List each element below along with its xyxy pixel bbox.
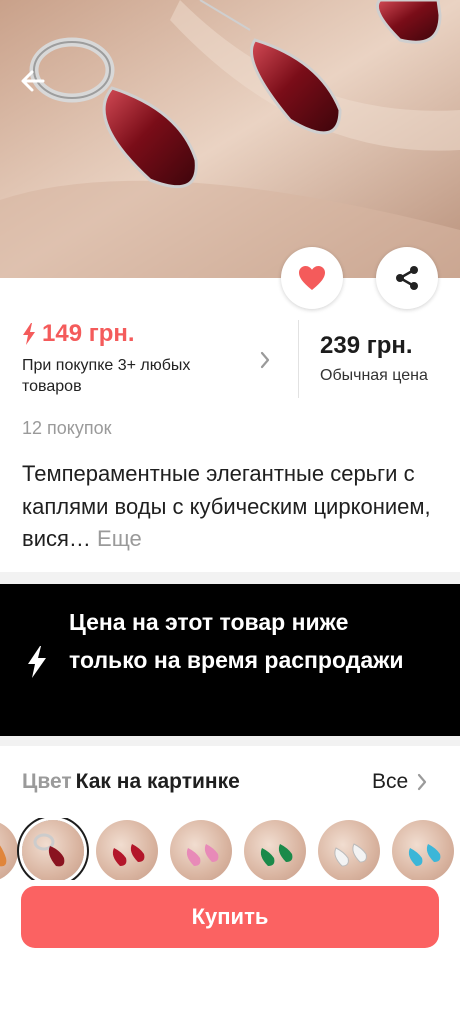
- product-title: Темпераментные элегантные серьги с капля…: [22, 458, 442, 556]
- regular-price: 239 грн.: [320, 332, 413, 359]
- lightning-icon: [28, 646, 46, 678]
- promo-text: Цена на этот товар ниже только на время …: [69, 609, 404, 673]
- price-block: 149 грн. При покупке 3+ любых товаров 23…: [0, 310, 460, 410]
- color-swatch[interactable]: [244, 820, 306, 882]
- earrings-illustration: [0, 0, 460, 278]
- more-link[interactable]: Еще: [97, 526, 142, 551]
- buy-button[interactable]: Купить: [21, 886, 439, 948]
- color-label: Цвет: [22, 770, 72, 793]
- product-title-text: Темпераментные элегантные серьги с капля…: [22, 461, 431, 551]
- lightning-icon: [23, 323, 35, 345]
- heart-icon: [299, 266, 325, 290]
- share-button[interactable]: [376, 247, 438, 309]
- favorite-button[interactable]: [281, 247, 343, 309]
- sale-condition[interactable]: При покупке 3+ любых товаров: [22, 355, 242, 397]
- color-swatch-selected[interactable]: [22, 820, 84, 882]
- sale-price: 149 грн.: [22, 320, 135, 348]
- color-selector-header: Цвет Как на картинке: [22, 770, 240, 794]
- price-divider: [298, 320, 299, 398]
- section-divider: [0, 736, 460, 746]
- all-colors-link[interactable]: Все: [372, 770, 428, 794]
- color-swatch[interactable]: [392, 820, 454, 882]
- purchase-count: 12 покупок: [22, 418, 112, 438]
- color-value: Как на картинке: [75, 770, 240, 793]
- color-swatch[interactable]: [0, 820, 18, 882]
- share-icon: [396, 266, 418, 290]
- color-swatch[interactable]: [318, 820, 380, 882]
- bottom-bar: Купить: [0, 880, 460, 1024]
- chevron-right-icon[interactable]: [258, 350, 272, 370]
- regular-price-label: Обычная цена: [320, 367, 428, 384]
- color-swatch[interactable]: [170, 820, 232, 882]
- color-swatch[interactable]: [96, 820, 158, 882]
- chevron-right-icon: [418, 773, 427, 791]
- all-colors-label: Все: [372, 770, 409, 793]
- color-swatches: [0, 818, 460, 888]
- section-divider: [0, 572, 460, 584]
- back-button[interactable]: [18, 66, 58, 106]
- arrow-left-icon: [21, 70, 45, 92]
- sale-price-value: 149 грн.: [42, 320, 135, 347]
- product-image[interactable]: [0, 0, 460, 278]
